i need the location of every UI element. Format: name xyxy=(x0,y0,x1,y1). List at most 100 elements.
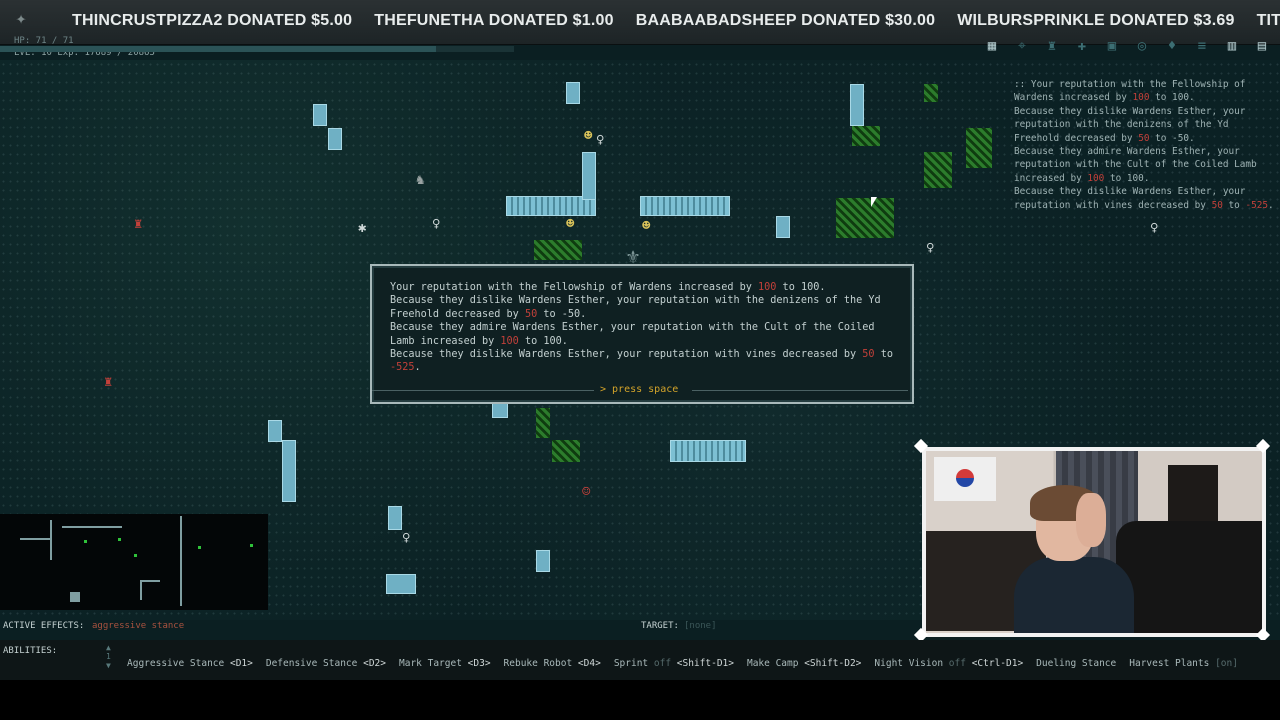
popup-number: 100 xyxy=(758,282,777,293)
ability-mark-target[interactable]: Mark Target <D3> xyxy=(399,658,491,669)
ability-key: <Shift-D1> xyxy=(676,658,734,669)
log-number: 50 xyxy=(1138,132,1150,144)
npc-creature[interactable]: ☻ xyxy=(642,218,650,234)
npc-creature[interactable]: ♞ xyxy=(416,172,424,188)
log-text: to xyxy=(1222,199,1246,211)
ability-dueling-stance[interactable]: Dueling Stance xyxy=(1036,658,1116,669)
npc-creature[interactable]: ♀ xyxy=(926,240,934,256)
message-log: :: Your reputation with the Fellowship o… xyxy=(1014,78,1276,212)
ability-night-vision[interactable]: Night Vision off <Ctrl-D1> xyxy=(874,658,1023,669)
minimap[interactable] xyxy=(0,514,268,610)
donation-item: TITANIUMSKYWALKER DON xyxy=(1256,12,1280,29)
ability-aggressive-stance[interactable]: Aggressive Stance <D1> xyxy=(127,658,253,669)
log-text: . xyxy=(1268,199,1274,211)
ability-key: <D1> xyxy=(229,658,253,669)
popup-number: -525 xyxy=(390,362,415,374)
ability-state: off xyxy=(948,658,966,669)
popup-divider xyxy=(692,390,908,391)
npc-creature[interactable]: ♀ xyxy=(1150,220,1158,236)
ability-defensive-stance[interactable]: Defensive Stance <D2> xyxy=(266,658,386,669)
ability-name: Sprint xyxy=(613,658,649,669)
enemy-creature[interactable]: ♜ xyxy=(104,374,112,390)
minimap-marker xyxy=(118,538,121,541)
inventory-icon[interactable]: ⌖ xyxy=(1012,38,1032,54)
popup-text: to -50. xyxy=(537,308,587,320)
log-number: -525 xyxy=(1245,199,1269,211)
npc-creature[interactable]: ♀ xyxy=(432,216,440,232)
building-wall xyxy=(776,216,790,238)
log-text: to 100. xyxy=(1149,92,1195,104)
log-text: to 100. xyxy=(1104,172,1150,184)
donation-item: WILBURSPRINKLE DONATED $3.69 xyxy=(957,12,1235,29)
stream-logo-icon: ✦ xyxy=(15,8,27,29)
reputation-popup[interactable]: ⚜ Your reputation with the Fellowship of… xyxy=(370,244,914,404)
ability-key: <D3> xyxy=(467,658,491,669)
npc-creature[interactable]: ✱ xyxy=(358,220,366,236)
ability-key: <D4> xyxy=(577,658,601,669)
building-wall xyxy=(536,550,550,572)
xp-bar-fill xyxy=(0,46,436,52)
character-icon[interactable]: ▦ xyxy=(982,38,1002,54)
ability-name: Rebuke Robot xyxy=(503,658,573,669)
minimap-wall xyxy=(140,580,142,600)
ability-name: Make Camp xyxy=(746,658,799,669)
minimap-wall xyxy=(62,526,122,528)
flag-emblem-icon xyxy=(956,469,974,487)
building-wall xyxy=(386,574,416,594)
popup-text: Because they admire Wardens Esther, your… xyxy=(390,322,875,347)
abilities-bar: ABILITIES: ▲ 1 ▼ Aggressive Stance <D1> … xyxy=(0,640,1280,680)
building-wall xyxy=(282,440,296,502)
active-effects-label: ACTIVE EFFECTS: xyxy=(3,621,85,631)
ability-key: <Shift-D2> xyxy=(804,658,862,669)
donation-item: BAABAABADSHEEP DONATED $30.00 xyxy=(635,12,936,29)
enemy-creature[interactable]: ♜ xyxy=(134,216,142,232)
ability-state: [on] xyxy=(1215,658,1238,669)
minimap-wall xyxy=(50,520,52,560)
skills-icon[interactable]: ✚ xyxy=(1072,38,1092,54)
npc-creature[interactable]: ♀ xyxy=(596,132,604,148)
log-number: 100 xyxy=(1132,92,1150,104)
donation-item: THINCRUSTPIZZA2 DONATED $5.00 xyxy=(72,12,353,29)
ability-sprint[interactable]: Sprint off <Shift-D1> xyxy=(614,658,734,669)
press-space-button[interactable]: > press space xyxy=(594,384,685,395)
building-wall xyxy=(582,152,596,200)
player-character[interactable]: ☺ xyxy=(582,484,590,500)
log-number: 100 xyxy=(1087,172,1105,184)
ability-name: Harvest Plants xyxy=(1129,658,1210,669)
abilities-pager[interactable]: ▲ 1 ▼ xyxy=(106,643,111,670)
building-wall xyxy=(670,440,746,462)
ability-make-camp[interactable]: Make Camp <Shift-D2> xyxy=(747,658,861,669)
log-text: to -50. xyxy=(1149,132,1195,144)
npc-creature[interactable]: ☻ xyxy=(584,128,592,144)
npc-creature[interactable]: ♀ xyxy=(402,530,410,546)
page-down-icon[interactable]: ▼ xyxy=(106,661,111,670)
building-wall xyxy=(313,104,327,126)
menu-icon[interactable]: ▤ xyxy=(1252,38,1272,54)
vine-plant xyxy=(536,408,550,438)
vine-plant xyxy=(966,128,992,168)
ability-key: <Ctrl-D1> xyxy=(971,658,1024,669)
vine-plant xyxy=(924,152,952,188)
hp-readout: HP: 71 / 71 xyxy=(14,36,74,46)
log-number: 50 xyxy=(1211,199,1223,211)
game-menu-icons: ▦ ⌖ ♜ ✚ ▣ ◎ ♦ ≡ ▥ ▤ xyxy=(982,38,1272,54)
vine-plant xyxy=(924,84,938,102)
ability-rebuke-robot[interactable]: Rebuke Robot <D4> xyxy=(504,658,601,669)
building-wall xyxy=(566,82,580,104)
npc-creature[interactable]: ☻ xyxy=(566,216,574,232)
ability-harvest-plants[interactable]: Harvest Plants [on] xyxy=(1129,658,1238,669)
target-label: TARGET: xyxy=(641,621,679,631)
streamer xyxy=(1014,485,1134,633)
target-value: [none] xyxy=(684,621,717,631)
mouse-cursor-icon xyxy=(871,197,877,207)
reputation-icon[interactable]: ♦ xyxy=(1162,38,1182,54)
log-text: Because they dislike Wardens Esther, you… xyxy=(1014,105,1252,144)
minimap-wall xyxy=(180,516,182,606)
map-icon[interactable]: ▥ xyxy=(1222,38,1242,54)
message-log-icon[interactable]: ≡ xyxy=(1192,38,1212,54)
minimap-wall xyxy=(70,592,80,602)
page-up-icon[interactable]: ▲ xyxy=(106,643,111,652)
equipment-icon[interactable]: ♜ xyxy=(1042,38,1062,54)
quests-icon[interactable]: ◎ xyxy=(1132,38,1152,54)
journal-icon[interactable]: ▣ xyxy=(1102,38,1122,54)
